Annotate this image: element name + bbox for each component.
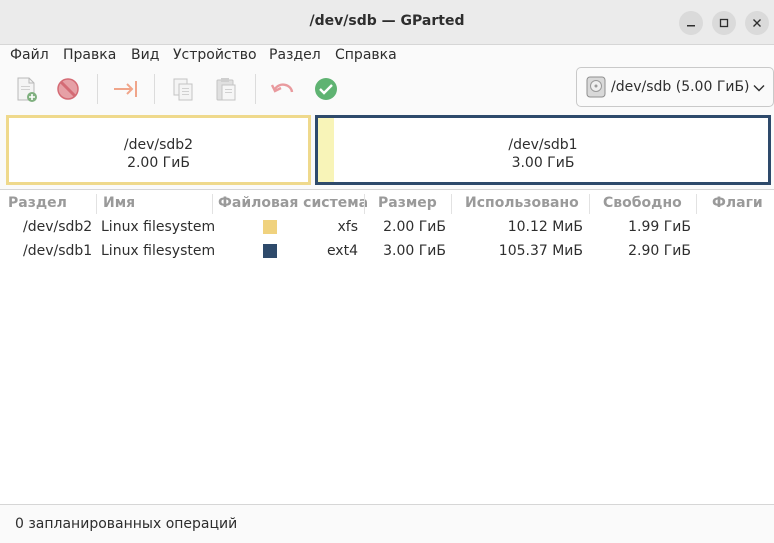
window-title: /dev/sdb — GParted [309, 13, 465, 29]
cell-filesystem: xfs [337, 219, 358, 235]
column-header-filesystem[interactable]: Файловая система [218, 195, 368, 211]
maximize-icon [719, 18, 729, 28]
maximize-button[interactable] [712, 11, 736, 35]
partition-table: Раздел Имя Файловая система Размер Испол… [0, 189, 774, 505]
minimize-icon [687, 25, 695, 27]
partition-block-size: 3.00 ГиБ [511, 155, 575, 171]
column-separator[interactable] [96, 194, 97, 214]
partition-block-sdb2[interactable]: /dev/sdb2 2.00 ГиБ [6, 115, 311, 185]
menu-file[interactable]: Файл [10, 47, 49, 63]
partition-block-name: /dev/sdb2 [123, 137, 194, 153]
paste-icon[interactable] [212, 75, 240, 103]
column-separator[interactable] [696, 194, 697, 214]
cell-partition: /dev/sdb1 [23, 243, 93, 259]
menu-view[interactable]: Вид [131, 47, 159, 63]
menu-partition[interactable]: Раздел [269, 47, 321, 63]
partition-block-size: 2.00 ГиБ [127, 155, 190, 171]
cell-filesystem: ext4 [326, 243, 358, 259]
cell-size: 2.00 ГиБ [383, 219, 446, 235]
chevron-down-icon [753, 85, 765, 92]
partition-block-name: /dev/sdb1 [508, 137, 578, 153]
close-button[interactable] [745, 11, 769, 35]
pending-operations-status: 0 запланированных операций [15, 516, 238, 532]
partition-block-sdb1[interactable]: /dev/sdb1 3.00 ГиБ [315, 115, 771, 185]
toolbar: /dev/sdb (5.00 ГиБ) [0, 67, 774, 111]
cell-name: Linux filesystem [101, 243, 216, 259]
filesystem-color-swatch [263, 244, 277, 258]
column-header-partition[interactable]: Раздел [8, 195, 67, 211]
menu-help[interactable]: Справка [335, 47, 397, 63]
toolbar-separator [97, 74, 98, 104]
cell-used: 105.37 МиБ [498, 243, 583, 259]
toolbar-separator [154, 74, 155, 104]
column-separator[interactable] [451, 194, 452, 214]
copy-icon[interactable] [169, 75, 197, 103]
menu-bar: Файл Правка Вид Устройство Раздел Справк… [0, 45, 774, 67]
column-header-free[interactable]: Свободно [603, 195, 682, 211]
table-row[interactable]: /dev/sdb2 Linux filesystem xfs 2.00 ГиБ … [0, 215, 774, 239]
title-bar: /dev/sdb — GParted [0, 0, 774, 45]
column-header-flags[interactable]: Флаги [712, 195, 763, 211]
new-partition-icon[interactable] [12, 75, 40, 103]
cell-used: 10.12 МиБ [507, 219, 583, 235]
minimize-button[interactable] [679, 11, 703, 35]
menu-device[interactable]: Устройство [173, 47, 257, 63]
cell-name: Linux filesystem [101, 219, 216, 235]
column-separator[interactable] [589, 194, 590, 214]
cell-partition: /dev/sdb2 [23, 219, 93, 235]
column-header-used[interactable]: Использовано [465, 195, 579, 211]
menu-edit[interactable]: Правка [63, 47, 116, 63]
resize-move-icon[interactable] [111, 75, 139, 103]
device-selector[interactable]: /dev/sdb (5.00 ГиБ) [576, 67, 774, 107]
device-label: /dev/sdb (5.00 ГиБ) [611, 79, 750, 95]
hard-disk-icon [586, 76, 606, 98]
partition-graph: /dev/sdb2 2.00 ГиБ /dev/sdb1 3.00 ГиБ [0, 111, 774, 189]
apply-icon[interactable] [312, 75, 340, 103]
column-separator[interactable] [212, 194, 213, 214]
toolbar-separator [255, 74, 256, 104]
cell-size: 3.00 ГиБ [383, 243, 446, 259]
cell-free: 1.99 ГиБ [628, 219, 691, 235]
column-header-name[interactable]: Имя [103, 195, 135, 211]
undo-icon[interactable] [269, 75, 297, 103]
status-bar: 0 запланированных операций [0, 504, 774, 543]
column-separator[interactable] [364, 194, 365, 214]
filesystem-color-swatch [263, 220, 277, 234]
column-header-size[interactable]: Размер [378, 195, 437, 211]
cell-free: 2.90 ГиБ [628, 243, 691, 259]
table-row[interactable]: /dev/sdb1 Linux filesystem ext4 3.00 ГиБ… [0, 239, 774, 263]
delete-partition-icon[interactable] [54, 75, 82, 103]
close-icon [753, 19, 761, 27]
